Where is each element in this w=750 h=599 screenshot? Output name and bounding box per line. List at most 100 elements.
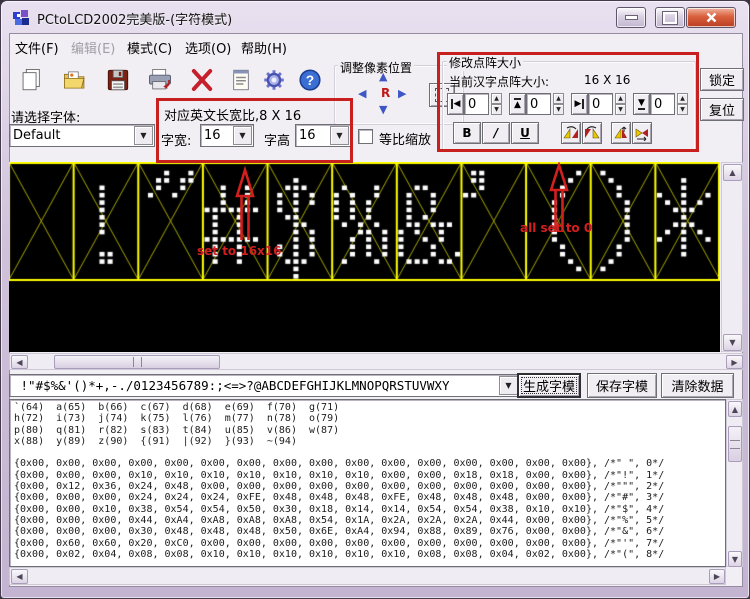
menu-options[interactable]: 选项(O)	[185, 38, 231, 57]
output-hscrollbar[interactable]: ◀ ▶	[9, 567, 726, 585]
output-textarea[interactable]: `(64) a(65) b(66) c(67) d(68) e(69) f(70…	[9, 399, 726, 567]
generate-font-button[interactable]: 生成字模	[517, 373, 581, 398]
underline-button[interactable]: U	[511, 122, 539, 144]
chevron-down-icon[interactable]: ▼	[233, 126, 252, 145]
current-matrix-value: 16 X 16	[584, 73, 630, 87]
menu-help[interactable]: 帮助(H)	[241, 38, 287, 57]
menu-mode[interactable]: 模式(C)	[127, 38, 172, 57]
maximize-button[interactable]	[655, 7, 685, 28]
scroll-left-icon[interactable]: ◀	[11, 569, 28, 584]
scroll-right-icon[interactable]: ▶	[709, 569, 725, 584]
report-icon	[228, 64, 254, 96]
save-as-button[interactable]	[141, 60, 179, 100]
char-width-combobox[interactable]: 16 ▼	[200, 124, 254, 147]
clear-data-button[interactable]: 清除数据	[661, 373, 734, 398]
proportional-scale-label: 等比缩放	[379, 129, 431, 148]
matrix-panel-title: 修改点阵大小	[447, 54, 523, 71]
pad-bottom-spinner[interactable]: ▲▼	[677, 93, 688, 115]
flip-vertical-button[interactable]	[611, 122, 631, 144]
open-file-button[interactable]	[56, 60, 94, 100]
save-button[interactable]	[99, 60, 137, 100]
reset-button[interactable]: 复位	[700, 98, 744, 121]
output-vscrollbar[interactable]: ▲ ▼	[726, 399, 743, 567]
scroll-up-icon[interactable]: ▲	[728, 401, 742, 417]
char-height-value: 16	[296, 128, 319, 143]
help-button[interactable]: ?	[291, 60, 329, 100]
pad-left-spinner[interactable]: ▲▼	[491, 93, 502, 115]
pad-right-spinner[interactable]: ▲▼	[615, 93, 626, 115]
pad-right-field[interactable]: 0	[588, 93, 613, 115]
flip-horizontal-icon	[634, 125, 650, 141]
minimize-icon	[625, 15, 638, 20]
pad-right-icon-button[interactable]: ▶	[571, 93, 588, 115]
scroll-up-icon[interactable]: ▲	[723, 164, 742, 181]
help-icon: ?	[297, 64, 323, 96]
save-font-button[interactable]: 保存字模	[587, 373, 657, 398]
rotate-right-button[interactable]	[582, 122, 602, 144]
pixel-panel-title: 调整像素位置	[338, 59, 414, 76]
font-combobox[interactable]: Default ▼	[9, 124, 155, 147]
settings-button[interactable]	[255, 60, 293, 100]
app-window: PCtoLCD2002完美版-(字符模式) 文件(F) 编辑(E) 模式(C) …	[0, 0, 750, 599]
rotate-right-icon	[584, 125, 600, 141]
move-right-button[interactable]: ▶	[398, 88, 406, 99]
scroll-left-icon[interactable]: ◀	[11, 355, 28, 369]
move-left-button[interactable]: ◀	[358, 88, 366, 99]
scroll-down-icon[interactable]: ▼	[723, 334, 742, 351]
charset-combobox[interactable]: !"#$%&'()*+,-./0123456789:;<=>?@ABCDEFGH…	[9, 374, 520, 397]
bold-button[interactable]: B	[453, 122, 481, 144]
chevron-down-icon[interactable]: ▼	[134, 126, 153, 145]
pad-left-field[interactable]: 0	[464, 93, 489, 115]
lock-button[interactable]: 锁定	[700, 68, 744, 91]
new-file-button[interactable]	[13, 60, 51, 100]
pad-top-field[interactable]: 0	[526, 93, 551, 115]
menu-edit[interactable]: 编辑(E)	[71, 38, 115, 57]
pad-left-icon: ◀	[451, 99, 461, 109]
proportional-scale-checkbox[interactable]	[358, 129, 373, 144]
font-combobox-value: Default	[10, 128, 64, 143]
new-file-icon	[19, 64, 45, 96]
close-icon	[706, 12, 717, 23]
italic-button[interactable]: /	[482, 122, 510, 144]
canvas-vscrollbar[interactable]: ▲ ▼	[721, 162, 743, 352]
title-bar[interactable]: PCtoLCD2002完美版-(字符模式)	[1, 1, 749, 33]
move-down-button[interactable]: ▼	[379, 104, 387, 115]
canvas-hscrollbar[interactable]: ◀ ▶	[9, 353, 743, 370]
flip-horizontal-button[interactable]	[632, 122, 652, 144]
chevron-down-icon[interactable]: ▼	[499, 376, 518, 395]
pad-bottom-field[interactable]: 0	[650, 93, 675, 115]
pad-bottom-icon-button[interactable]: ▼	[633, 93, 650, 115]
thumb-grip	[133, 357, 142, 367]
lcd-canvas[interactable]	[9, 162, 720, 352]
svg-text:?: ?	[306, 72, 314, 88]
lcd-preview-panel[interactable]	[9, 162, 720, 352]
pad-top-icon: ▲	[514, 98, 521, 110]
canvas-hscroll-thumb[interactable]	[54, 355, 220, 369]
thumb-grip	[730, 440, 740, 449]
pad-right-value: 0	[589, 97, 603, 112]
annotation-all-zero-label: all set to 0	[520, 221, 592, 235]
pad-top-spinner[interactable]: ▲▼	[553, 93, 564, 115]
save-floppy-icon	[105, 64, 131, 96]
rotate-left-button[interactable]	[561, 122, 581, 144]
scroll-right-icon[interactable]: ▶	[726, 355, 743, 369]
pad-top-value: 0	[527, 97, 541, 112]
move-up-button[interactable]: ▲	[379, 71, 387, 82]
gear-icon	[261, 64, 287, 96]
annotation-set-16-label: set to 16x16	[197, 244, 282, 258]
menu-file[interactable]: 文件(F)	[15, 38, 59, 57]
output-text: `(64) a(65) b(66) c(67) d(68) e(69) f(70…	[14, 402, 725, 560]
delete-x-icon	[189, 64, 215, 96]
pad-top-icon-button[interactable]: ▲	[509, 93, 526, 115]
char-height-combobox[interactable]: 16 ▼	[295, 124, 351, 147]
pad-left-value: 0	[465, 97, 479, 112]
scroll-down-icon[interactable]: ▼	[728, 551, 742, 567]
chevron-down-icon[interactable]: ▼	[330, 126, 349, 145]
minimize-button[interactable]	[616, 7, 646, 28]
pad-left-icon-button[interactable]: ◀	[447, 93, 464, 115]
current-matrix-label: 当前汉字点阵大小:	[449, 73, 549, 90]
close-button[interactable]	[686, 7, 736, 28]
delete-button[interactable]	[183, 60, 221, 100]
output-vscroll-thumb[interactable]	[728, 426, 742, 462]
charset-combobox-value: !"#$%&'()*+,-./0123456789:;<=>?@ABCDEFGH…	[10, 378, 453, 393]
